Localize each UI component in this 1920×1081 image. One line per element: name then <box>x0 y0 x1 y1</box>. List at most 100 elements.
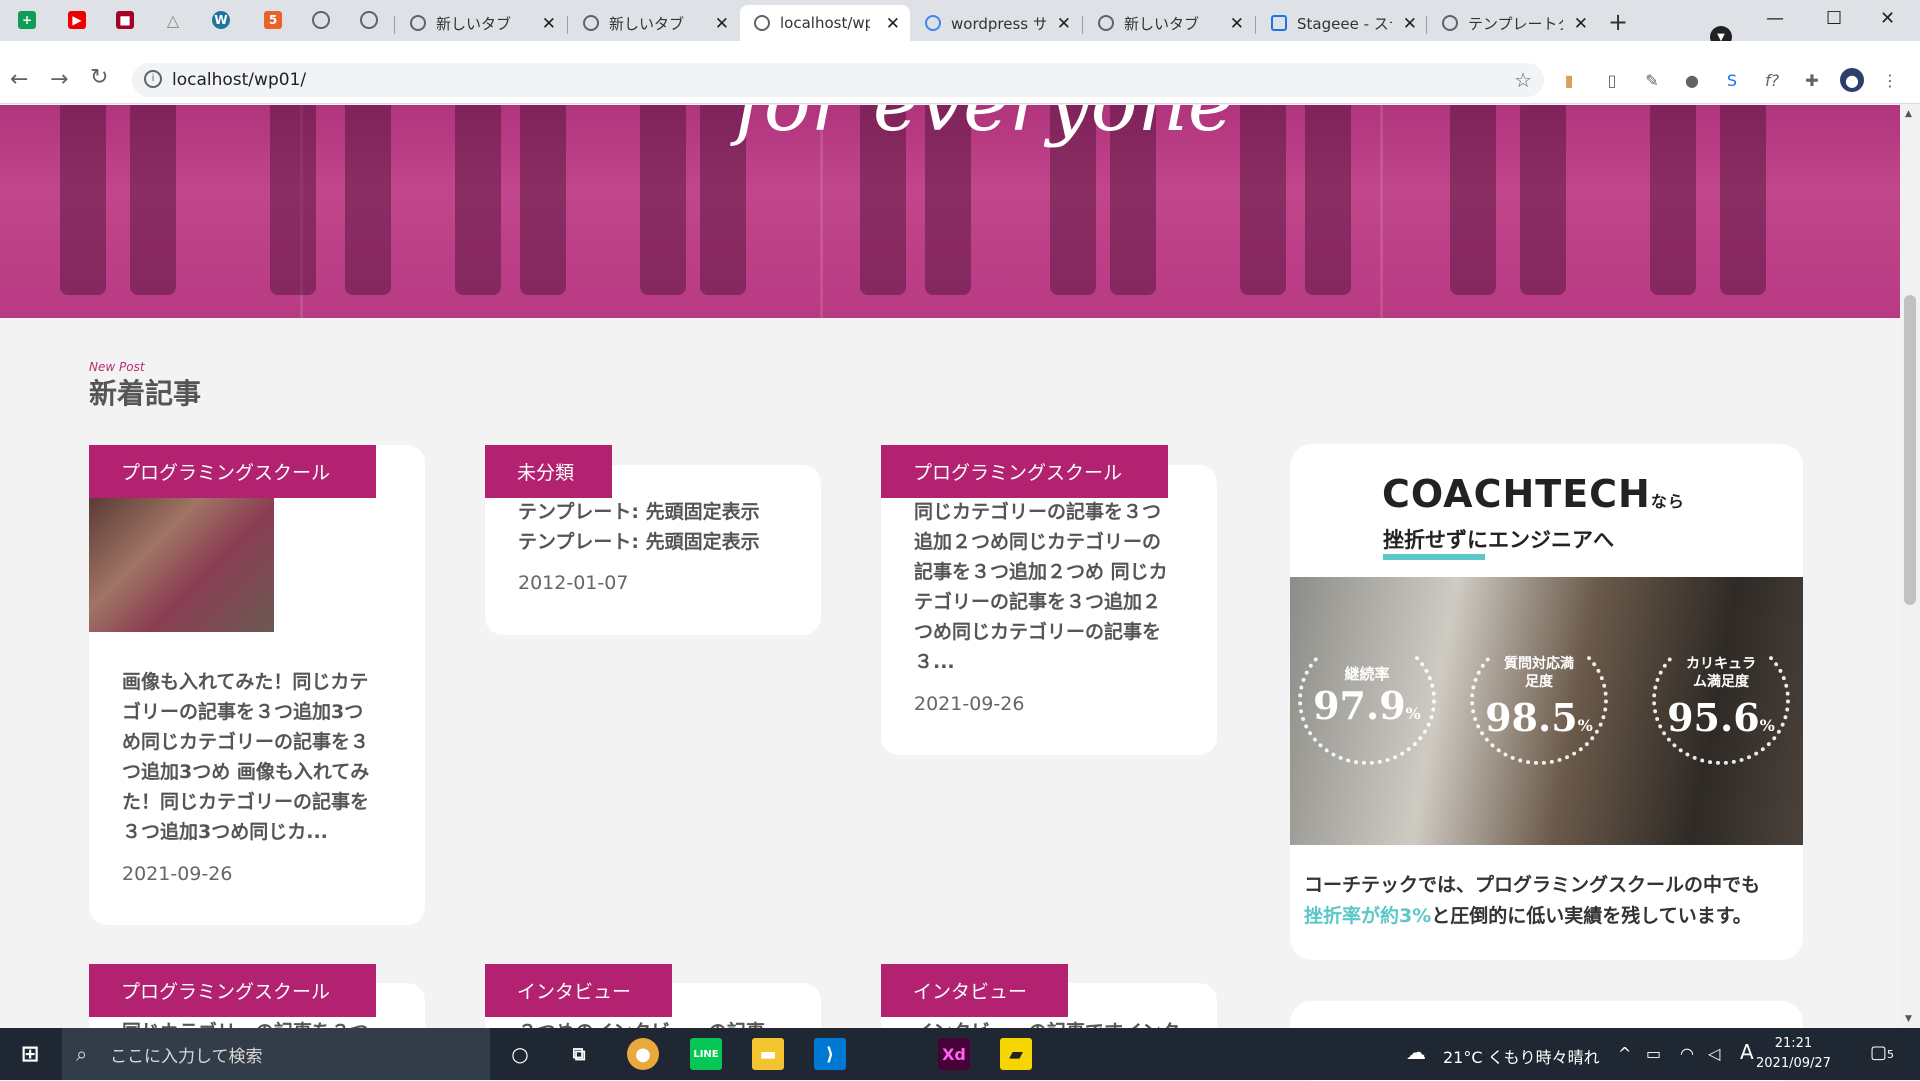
page-scrollbar[interactable]: ▲ ▼ <box>1900 105 1920 1028</box>
pinned-tab-html[interactable]: 5 <box>250 8 296 32</box>
wifi-icon[interactable]: ◠ <box>1680 1044 1694 1063</box>
back-button[interactable]: ← <box>10 67 28 92</box>
weather-cloud-icon[interactable]: ☁ <box>1406 1040 1426 1064</box>
pinned-tab-youtube[interactable]: ▶ <box>54 8 100 32</box>
post-card[interactable]: 同じカテゴリーの記事を３つ 追加２つめ同じカテゴリーの 記事を３つ追加２つめ 同じカ… <box>881 465 1217 755</box>
weather-text[interactable]: 21°C くもり時々晴れ <box>1443 1044 1600 1068</box>
pinned-tab-globe-1[interactable] <box>298 8 344 32</box>
windows-taskbar: ⊞ ⌕ ここに入力して検索 ○ ⧉ ● LINE ▬ ⟩ Xd ▰ ☁ 21°C… <box>0 1028 1920 1080</box>
tab-new-3[interactable]: 新しいタブ ✕ <box>1084 5 1254 41</box>
browser-tab-bar: + ▶ ■ △ W 5 新しいタブ✕ 新しいタブ✕ localhost/wp01… <box>0 0 1920 48</box>
close-icon[interactable]: ✕ <box>1057 14 1071 34</box>
laurel-wreath-icon: 質問対応満足度 98.5% <box>1470 635 1608 765</box>
ad-photo: 継続率 97.9% 質問対応満足度 98.5% カリキュラム満足度 95.6% <box>1290 577 1803 845</box>
pinned-tab-wordpress[interactable]: W <box>198 8 244 32</box>
scrollbar-thumb[interactable] <box>1904 295 1916 605</box>
address-bar[interactable]: i localhost/wp01/ ☆ <box>132 63 1544 97</box>
post-category-badge[interactable]: インタビュー <box>881 964 1068 1017</box>
post-category-badge[interactable]: 未分類 <box>485 445 612 498</box>
ime-indicator[interactable]: A <box>1740 1040 1754 1064</box>
laurel-wreath-icon: カリキュラム満足度 95.6% <box>1652 635 1790 765</box>
forward-button[interactable]: → <box>50 67 68 92</box>
post-thumbnail[interactable] <box>89 498 274 632</box>
site-info-icon[interactable]: i <box>144 70 162 88</box>
globe-icon <box>360 11 378 29</box>
chrome-icon <box>1098 15 1114 31</box>
search-icon: ⌕ <box>76 1042 88 1066</box>
close-icon[interactable]: ✕ <box>1574 14 1588 34</box>
reload-button[interactable]: ↻ <box>90 65 108 90</box>
post-category-badge[interactable]: インタビュー <box>485 964 672 1017</box>
tab-new-1[interactable]: 新しいタブ ✕ <box>396 5 566 41</box>
vscode-icon[interactable]: ⟩ <box>814 1038 846 1070</box>
globe-icon <box>754 15 770 31</box>
close-icon[interactable]: ✕ <box>1230 14 1244 34</box>
system-clock[interactable]: 21:21 2021/09/27 <box>1756 1034 1831 1074</box>
avatar[interactable]: ● <box>1840 68 1864 92</box>
pinned-tab-drive[interactable]: △ <box>150 8 196 32</box>
adobe-xd-icon[interactable]: Xd <box>938 1038 970 1070</box>
minimize-button[interactable]: — <box>1766 8 1784 29</box>
task-view-icon[interactable]: ⧉ <box>563 1038 595 1070</box>
hero-tagline: for everyone <box>735 105 1234 149</box>
picker-extension-icon[interactable]: ✎ <box>1640 68 1664 92</box>
battery-icon[interactable]: ▭ <box>1646 1044 1661 1063</box>
tab-new-2[interactable]: 新しいタブ ✕ <box>569 5 739 41</box>
person-extension-icon[interactable]: ● <box>1680 68 1704 92</box>
tab-google-search[interactable]: wordpress サムネイル✕ <box>911 5 1081 41</box>
ad-description: コーチテックでは、プログラミングスクールの中でも 挫折率が約3%と圧倒的に低い実… <box>1304 874 1761 927</box>
html-icon: 5 <box>264 11 282 29</box>
volume-icon[interactable]: ◁ <box>1708 1044 1720 1063</box>
bookmark-star-icon[interactable]: ☆ <box>1514 68 1532 92</box>
ad-underline <box>1383 554 1485 560</box>
line-icon[interactable]: LINE <box>690 1038 722 1070</box>
chrome-icon <box>583 15 599 31</box>
close-icon[interactable]: ✕ <box>1403 14 1417 34</box>
puzzle-icon[interactable]: ✚ <box>1800 68 1824 92</box>
post-category-badge[interactable]: プログラミングスクール <box>89 445 376 498</box>
globe-icon <box>1442 15 1458 31</box>
pinned-tab-globe-2[interactable] <box>346 8 392 32</box>
pinned-tab-app[interactable]: ■ <box>102 8 148 32</box>
tab-template-tag[interactable]: テンプレートタグ✕ <box>1428 5 1598 41</box>
drive-icon: △ <box>166 10 180 30</box>
window-close-button[interactable]: ✕ <box>1880 8 1895 29</box>
extension-icon[interactable]: ▮ <box>1557 68 1581 92</box>
close-icon[interactable]: ✕ <box>542 14 556 34</box>
chrome-icon <box>410 15 426 31</box>
maximize-button[interactable]: ☐ <box>1826 8 1842 29</box>
tab-localhost[interactable]: localhost/wp01/✕ <box>740 5 910 41</box>
chevron-up-icon[interactable]: ^ <box>1618 1044 1631 1063</box>
post-category-badge[interactable]: プログラミングスクール <box>881 445 1168 498</box>
youtube-icon: ▶ <box>68 11 86 29</box>
post-category-badge[interactable]: プログラミングスクール <box>89 964 376 1017</box>
google-icon <box>925 15 941 31</box>
post-date: 2021-09-26 <box>914 693 1025 715</box>
sidebar-ad-banner[interactable]: COACHTECHなら 挫折せずにエンジニアへ 継続率 97.9% 質問対応満足… <box>1290 444 1803 960</box>
font-extension-icon[interactable]: f? <box>1760 68 1784 92</box>
close-icon[interactable]: ✕ <box>886 14 900 34</box>
pinned-tab-sheets[interactable]: + <box>4 8 50 32</box>
hero-banner: for everyone <box>0 105 1900 318</box>
post-excerpt: 同じカテゴリーの記事を３つ 追加２つめ同じカテゴリーの 記事を３つ追加２つめ 同じカ… <box>914 501 1168 673</box>
windows-start-icon[interactable]: ⊞ <box>14 1038 46 1070</box>
post-date: 2012-01-07 <box>518 572 629 594</box>
notification-icon[interactable]: ▢5 <box>1870 1042 1894 1063</box>
chrome-taskbar-icon[interactable]: ● <box>627 1038 659 1070</box>
close-icon[interactable]: ✕ <box>715 14 729 34</box>
tab-stageee[interactable]: Stageee - ステ✕ <box>1257 5 1427 41</box>
menu-icon[interactable]: ⋮ <box>1878 68 1902 92</box>
laurel-wreath-icon: 継続率 97.9% <box>1298 635 1436 765</box>
new-tab-button[interactable]: + <box>1608 8 1628 36</box>
bookmark-extension-icon[interactable]: ▯ <box>1600 68 1624 92</box>
section-title: 新着記事 <box>89 377 202 410</box>
browser-toolbar: ← → ↻ i localhost/wp01/ ☆ ▮ ▯ ✎ ● S f? ✚… <box>0 41 1920 104</box>
cortana-icon[interactable]: ○ <box>504 1038 536 1070</box>
sheets-icon: + <box>18 11 36 29</box>
url-text[interactable]: localhost/wp01/ <box>172 70 306 90</box>
taskbar-search-box[interactable]: ⌕ ここに入力して検索 <box>62 1028 490 1080</box>
file-explorer-icon[interactable]: ▬ <box>752 1038 784 1070</box>
app-icon: ■ <box>116 11 134 29</box>
sticky-notes-icon[interactable]: ▰ <box>1000 1038 1032 1070</box>
s-extension-icon[interactable]: S <box>1720 68 1744 92</box>
